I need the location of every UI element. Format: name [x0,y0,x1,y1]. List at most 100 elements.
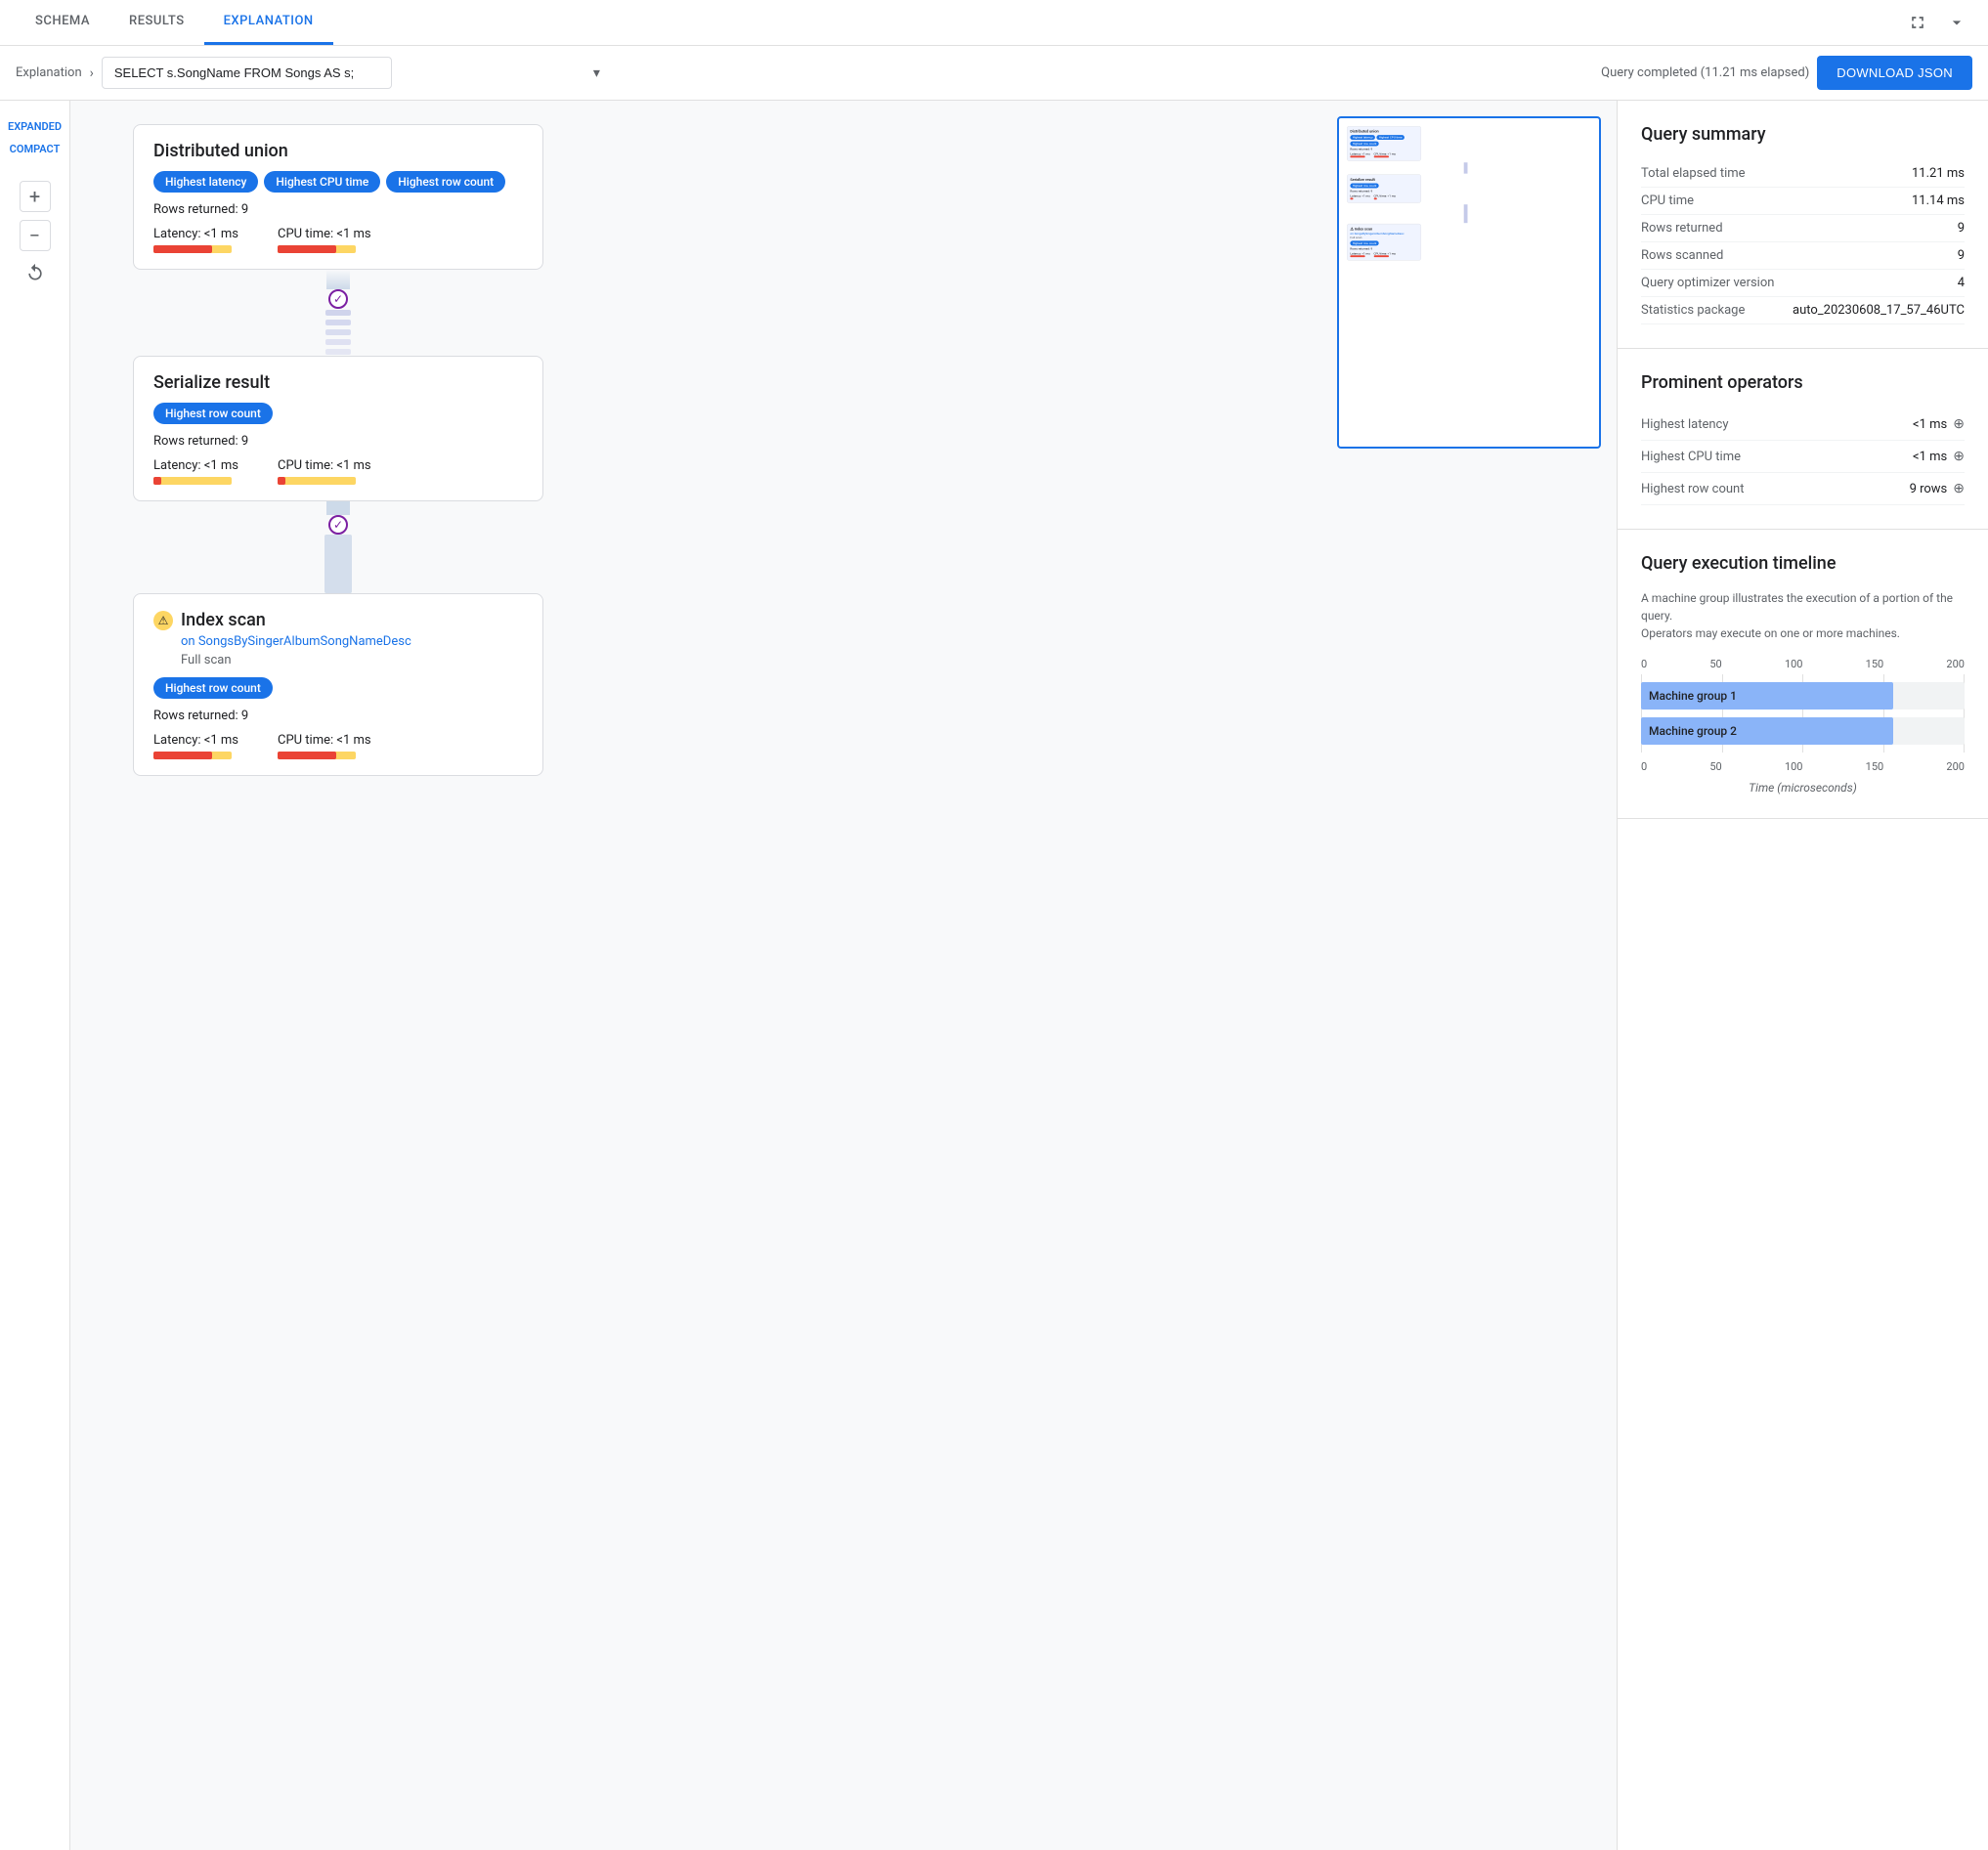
download-json-button[interactable]: DOWNLOAD JSON [1817,56,1972,90]
latency-bar-2 [153,477,161,485]
summary-val-stats: auto_20230608_17_57_46UTC [1793,303,1965,318]
latency-label-3: Latency: <1 ms [153,733,238,748]
breadcrumb-label: Explanation [16,65,82,80]
chart-x-label: Time (microseconds) [1641,781,1965,795]
op-key-rows: Highest row count [1641,482,1744,496]
connector-2: ✓ [133,501,543,593]
more-options-icon[interactable] [1941,7,1972,38]
op-val-cpu-text: <1 ms [1913,450,1947,464]
view-toggle: EXPANDED COMPACT [2,116,67,159]
op-val-rows-text: 9 rows [1910,482,1948,496]
latency-label-2: Latency: <1 ms [153,458,238,473]
node-serialize-result: Serialize result Highest row count Rows … [133,356,543,501]
axis-100: 100 [1785,658,1803,670]
breadcrumb-arrow: › [90,65,94,81]
summary-row-cpu: CPU time 11.14 ms [1641,188,1965,215]
cpu-bar-1 [278,245,336,253]
node-title-serialize: Serialize result [153,372,523,393]
summary-val-elapsed: 11.21 ms [1912,166,1965,181]
summary-key-optimizer: Query optimizer version [1641,276,1774,290]
tab-results[interactable]: RESULTS [109,0,204,45]
metrics-serialize: Latency: <1 ms CPU time: <1 ms [153,458,523,485]
metrics-distributed-union: Latency: <1 ms CPU time: <1 ms [153,227,523,253]
tabs-left: SCHEMA RESULTS EXPLANATION [16,0,333,45]
index-title: ⚠ Index scan [153,610,523,630]
op-val-cpu: <1 ms ⊕ [1913,449,1965,464]
timeline-desc-line2: Operators may execute on one or more mac… [1641,626,1900,640]
operator-row-cpu: Highest CPU time <1 ms ⊕ [1641,441,1965,473]
chart-area: 0 50 100 150 200 [1641,658,1965,795]
right-panel: Query summary Total elapsed time 11.21 m… [1617,101,1988,1850]
timeline-title: Query execution timeline [1641,553,1965,574]
bar-label-1: Machine group 1 [1649,689,1737,703]
warning-icon: ⚠ [153,611,173,630]
diagram-area[interactable]: Distributed union Highest latency Highes… [70,101,1617,1850]
bar-fill-2: Machine group 2 [1641,717,1893,745]
link-icon-latency[interactable]: ⊕ [1953,416,1965,432]
left-panel: EXPANDED COMPACT + − [0,101,70,1850]
breadcrumb-bar: Explanation › SELECT s.SongName FROM Son… [0,46,1988,101]
node-distributed-union: Distributed union Highest latency Highes… [133,124,543,270]
summary-key-stats: Statistics package [1641,303,1745,318]
summary-key-rows-scanned: Rows scanned [1641,248,1723,263]
link-icon-cpu[interactable]: ⊕ [1953,449,1965,464]
cpu-bar-3 [278,752,336,759]
metric-latency-distributed: Latency: <1 ms [153,227,238,253]
zoom-in-button[interactable]: + [20,181,51,212]
expanded-view-button[interactable]: EXPANDED [2,116,67,137]
summary-val-rows-scanned: 9 [1958,248,1965,263]
metrics-index: Latency: <1 ms CPU time: <1 ms [153,733,523,759]
tab-schema[interactable]: SCHEMA [16,0,109,45]
metric-latency-serialize: Latency: <1 ms [153,458,238,485]
op-val-latency-text: <1 ms [1913,417,1947,432]
bar-fill-1: Machine group 1 [1641,682,1893,710]
badges-distributed-union: Highest latency Highest CPU time Highest… [153,171,523,193]
badge-highest-latency[interactable]: Highest latency [153,171,258,193]
badge-highest-row-count-1[interactable]: Highest row count [386,171,505,193]
index-title-text: Index scan [181,610,266,630]
prominent-operators-title: Prominent operators [1641,372,1965,393]
cpu-label-3: CPU time: <1 ms [278,733,371,748]
fullscreen-icon[interactable] [1902,7,1933,38]
bar-label-2: Machine group 2 [1649,724,1737,738]
zoom-out-button[interactable]: − [20,220,51,251]
latency-bar-3 [153,752,212,759]
axis-50: 50 [1709,658,1721,670]
node-rows-index: Rows returned: 9 [153,709,523,723]
compact-view-button[interactable]: COMPACT [2,139,67,159]
badge-highest-row-count-2[interactable]: Highest row count [153,403,273,424]
bar-row-machine-group-1: Machine group 1 [1641,682,1965,710]
query-select[interactable]: SELECT s.SongName FROM Songs AS s; [102,57,392,89]
axis-200: 200 [1946,658,1965,670]
minimap[interactable]: Distributed union Highest latency Highes… [1337,116,1601,449]
chart-axis-top: 0 50 100 150 200 [1641,658,1965,670]
axis-bottom-0: 0 [1641,760,1647,773]
main-layout: EXPANDED COMPACT + − Distributed union H… [0,101,1988,1850]
bar-track-2: Machine group 2 [1641,717,1965,745]
summary-val-rows-returned: 9 [1958,221,1965,236]
tab-icons [1902,7,1972,38]
operator-row-rows: Highest row count 9 rows ⊕ [1641,473,1965,505]
query-select-wrapper[interactable]: SELECT s.SongName FROM Songs AS s; [102,57,610,89]
metric-cpu-distributed: CPU time: <1 ms [278,227,371,253]
summary-key-cpu: CPU time [1641,194,1694,208]
badge-highest-cpu-time[interactable]: Highest CPU time [264,171,380,193]
node-index-scan: ⚠ Index scan on SongsBySingerAlbumSongNa… [133,593,543,776]
summary-row-rows-returned: Rows returned 9 [1641,215,1965,242]
cpu-bar-2 [278,477,285,485]
badges-serialize: Highest row count [153,403,523,424]
summary-val-cpu: 11.14 ms [1912,194,1965,208]
timeline-section: Query execution timeline A machine group… [1618,530,1988,819]
latency-bar-1 [153,245,212,253]
link-icon-rows[interactable]: ⊕ [1953,481,1965,496]
full-scan-label: Full scan [153,653,523,667]
query-status: Query completed (11.21 ms elapsed) [1601,65,1809,80]
reset-zoom-button[interactable] [20,257,51,288]
operator-row-latency: Highest latency <1 ms ⊕ [1641,409,1965,441]
badge-highest-row-count-3[interactable]: Highest row count [153,677,273,699]
summary-key-elapsed: Total elapsed time [1641,166,1746,181]
tab-explanation[interactable]: EXPLANATION [204,0,333,45]
op-key-cpu: Highest CPU time [1641,450,1741,464]
op-val-rows: 9 rows ⊕ [1910,481,1965,496]
connector-1: ✓ [133,270,543,356]
